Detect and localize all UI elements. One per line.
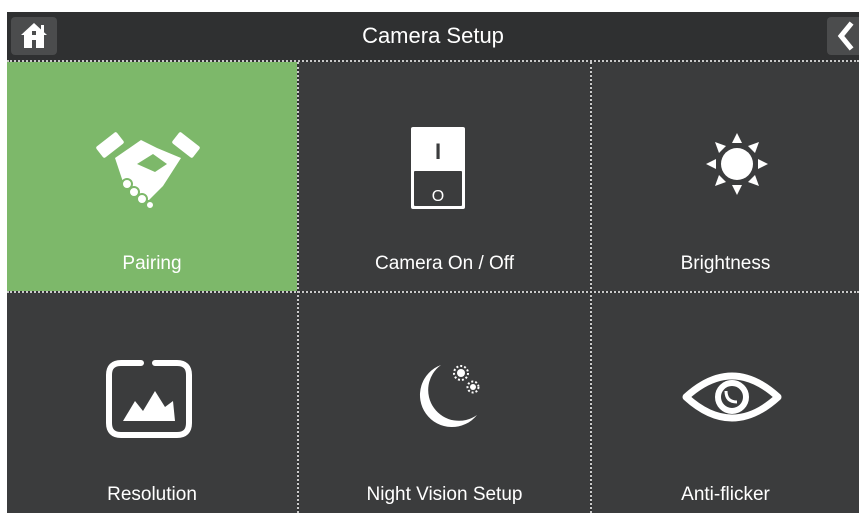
column-divider-right <box>590 62 592 513</box>
sun-icon <box>706 133 768 195</box>
brightness-tile[interactable]: Brightness <box>592 62 859 291</box>
anti-flicker-label: Anti-flicker <box>681 484 770 505</box>
chevron-left-icon <box>837 21 854 51</box>
eye-icon <box>682 372 782 422</box>
pairing-tile[interactable]: Pairing <box>7 62 297 291</box>
switch-on-mark: I <box>435 139 441 164</box>
night-vision-label: Night Vision Setup <box>366 484 523 505</box>
page-title: Camera Setup <box>362 23 504 48</box>
resolution-label: Resolution <box>107 484 197 505</box>
moon-icon <box>419 365 480 428</box>
row-divider <box>7 291 859 293</box>
column-divider-left <box>297 62 299 513</box>
image-icon <box>106 360 192 438</box>
pairing-label: Pairing <box>122 253 182 274</box>
night-vision-tile[interactable]: Night Vision Setup <box>299 293 590 513</box>
anti-flicker-tile[interactable]: Anti-flicker <box>592 293 859 513</box>
header-bar: Camera Setup <box>7 12 859 60</box>
back-button[interactable] <box>827 17 859 55</box>
camera-setup-screen: Camera Setup Pairing I O Camera On / Off <box>7 12 859 513</box>
camera-on-off-tile[interactable]: I O Camera On / Off <box>299 62 590 291</box>
camera-on-off-label: Camera On / Off <box>374 253 515 274</box>
switch-off-mark: O <box>432 188 444 205</box>
resolution-tile[interactable]: Resolution <box>7 293 297 513</box>
header-divider <box>7 60 859 62</box>
brightness-label: Brightness <box>680 253 771 274</box>
handshake-icon <box>96 132 200 210</box>
power-switch-icon: I O <box>411 127 465 209</box>
